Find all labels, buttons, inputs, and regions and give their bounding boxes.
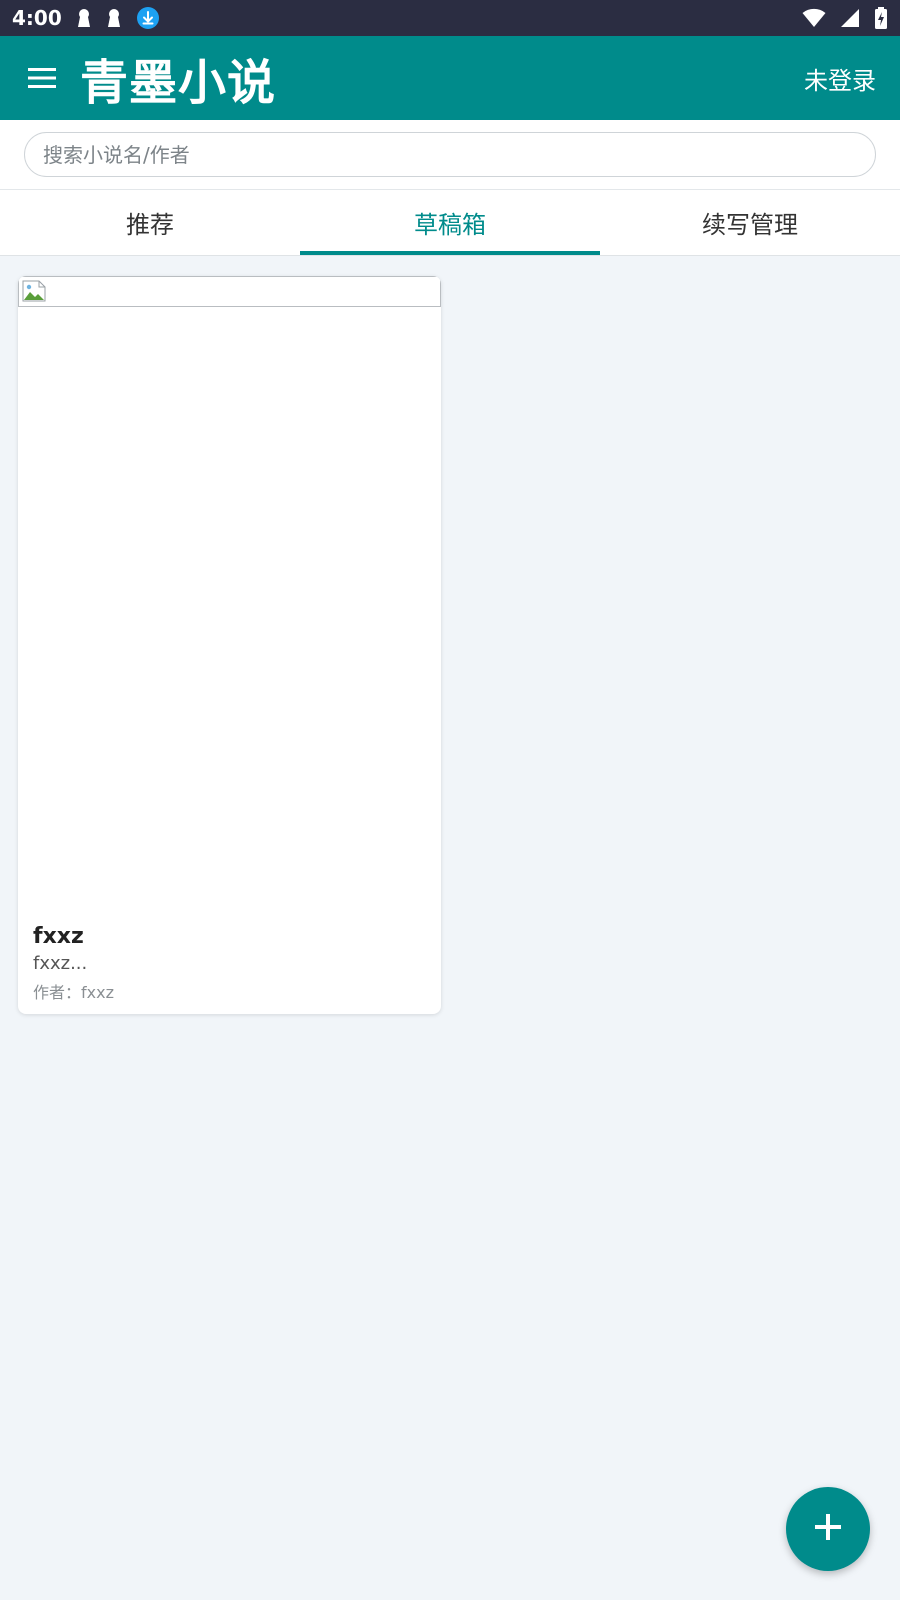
keyhole-icon [106, 8, 122, 28]
tab-recommend[interactable]: 推荐 [0, 190, 300, 255]
tab-drafts[interactable]: 草稿箱 [300, 190, 600, 255]
status-right-group [802, 7, 888, 29]
novel-author: 作者：fxxz [33, 983, 114, 1002]
tab-continuation-manage[interactable]: 续写管理 [600, 190, 900, 255]
status-time: 4:00 [12, 6, 62, 30]
login-button[interactable]: 未登录 [804, 61, 876, 96]
download-icon [136, 6, 160, 30]
hamburger-menu-icon[interactable] [26, 62, 58, 94]
novel-cover [18, 276, 441, 307]
plus-icon [815, 1514, 841, 1544]
novel-description: fxxz... [33, 953, 88, 974]
app-title: 青墨小说 [80, 55, 277, 111]
add-novel-button[interactable] [786, 1487, 870, 1571]
search-input[interactable] [24, 132, 876, 177]
battery-charging-icon [874, 7, 888, 29]
tab-bar: 推荐 草稿箱 续写管理 [0, 190, 900, 256]
search-bar [0, 120, 900, 190]
app-bar: 青墨小说 未登录 [0, 36, 900, 120]
wifi-icon [802, 8, 826, 28]
novel-card[interactable]: fxxz fxxz... 作者：fxxz [18, 276, 441, 1014]
novel-title: fxxz [33, 924, 84, 949]
keyhole-icon [76, 8, 92, 28]
broken-image-icon [22, 280, 46, 306]
status-bar: 4:00 [0, 0, 900, 36]
status-left-group: 4:00 [12, 6, 160, 30]
signal-icon [840, 8, 860, 28]
